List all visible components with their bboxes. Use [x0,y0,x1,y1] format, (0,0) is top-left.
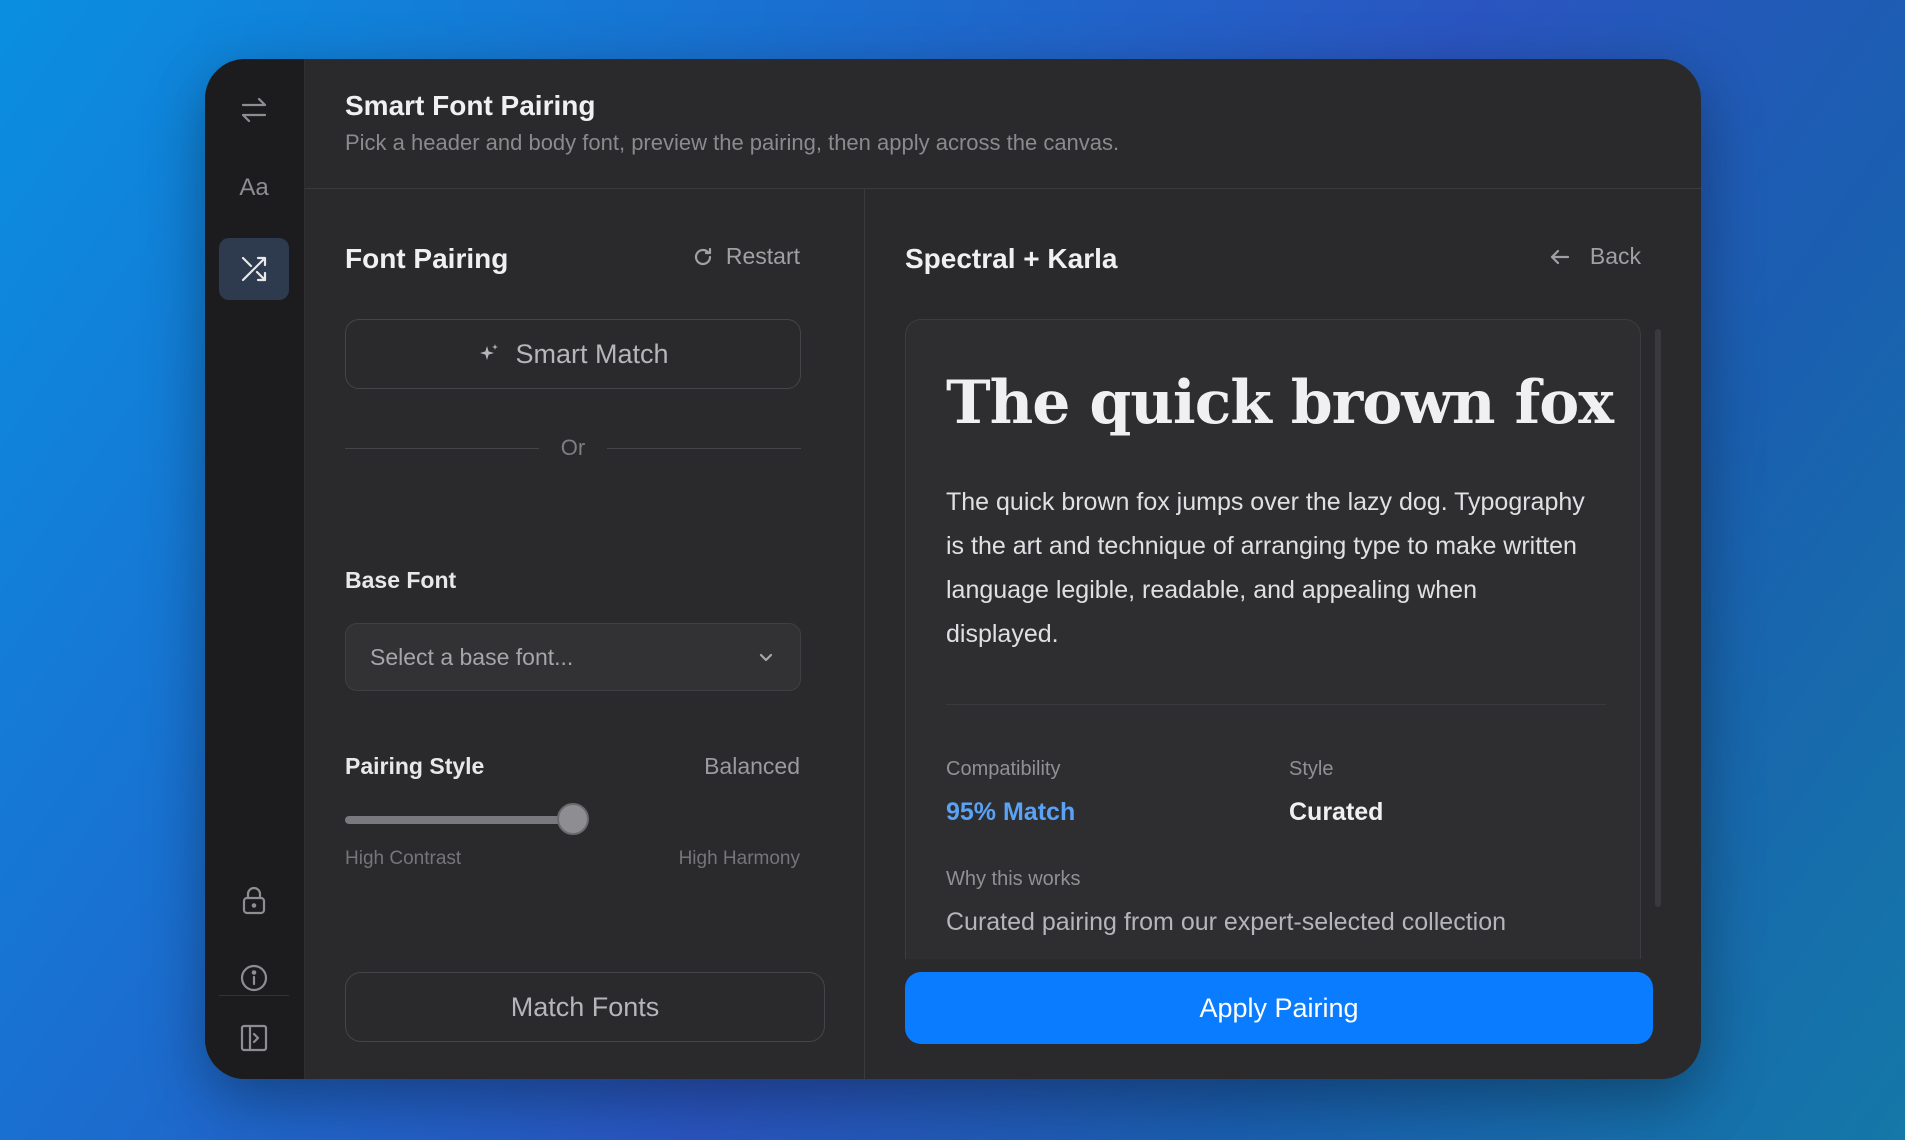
sparkle-icon [480,344,499,360]
typography-button[interactable]: Aa [219,157,289,219]
shuffle-button[interactable] [219,238,289,300]
swap-icon [241,97,267,123]
sidebar-panel-icon [240,1024,268,1052]
restart-label: Restart [725,243,800,269]
compatibility-value: 95% Match [946,798,1076,826]
restart-icon [694,247,711,265]
info-icon [240,964,268,992]
app-window: Aa Smart Font Pairing Pick a header and … [205,59,1701,1079]
pairing-style-slider-track[interactable] [345,816,573,824]
base-font-placeholder: Select a base font... [370,643,574,670]
back-label: Back [1589,243,1641,269]
swap-button[interactable] [219,79,289,141]
preview-scrollbar[interactable] [1655,329,1661,907]
base-font-select[interactable]: Select a base font... [345,623,801,691]
font-pairing-panel: Font Pairing Restart Smart Match Or Base… [305,189,865,1079]
match-fonts-button[interactable]: Match Fonts [345,972,825,1042]
why-label: Why this works [946,868,1081,890]
slider-min-label: High Contrast [345,848,462,869]
icon-rail: Aa [205,59,305,1079]
restart-button[interactable]: Restart [692,243,800,270]
lock-icon [242,886,266,915]
base-font-label: Base Font [345,567,457,593]
preview-card: The quick brown fox The quick brown fox … [905,319,1641,959]
preview-body: The quick brown fox jumps over the lazy … [946,488,1585,648]
preview-heading: The quick brown fox [946,368,1614,438]
smart-match-label: Smart Match [515,338,669,369]
rail-divider [219,995,289,996]
pairing-style-label: Pairing Style [345,753,485,779]
card-divider [946,704,1606,705]
arrow-left-icon [1550,249,1569,264]
style-label: Style [1289,758,1334,780]
panel-title: Font Pairing [345,243,509,274]
preview-panel: Spectral + Karla Back The quick brown fo… [865,189,1701,1079]
content-body: Font Pairing Restart Smart Match Or Base… [305,189,1701,1079]
chevron-down-icon [759,653,773,662]
lock-button[interactable] [219,869,289,931]
page-subtitle: Pick a header and body font, preview the… [345,130,1120,155]
page-title: Smart Font Pairing [345,90,596,121]
back-button[interactable]: Back [1548,243,1641,270]
sidebar-toggle-button[interactable] [219,1007,289,1069]
pairing-style-value: Balanced [704,753,800,779]
smart-match-button[interactable]: Smart Match [345,319,801,389]
typography-icon: Aa [239,174,269,201]
pairing-style-slider-thumb[interactable] [557,803,589,835]
slider-max-label: High Harmony [678,848,800,869]
compatibility-label: Compatibility [946,758,1061,780]
pair-title: Spectral + Karla [905,243,1118,274]
or-label: Or [560,435,586,460]
info-button[interactable] [219,947,289,1009]
main-area: Smart Font Pairing Pick a header and bod… [305,59,1701,1079]
shuffle-icon [241,256,267,282]
apply-pairing-button[interactable]: Apply Pairing [905,972,1653,1044]
header: Smart Font Pairing Pick a header and bod… [305,59,1701,189]
or-divider: Or [345,435,802,461]
why-text: Curated pairing from our expert-selected… [946,908,1506,936]
style-value: Curated [1289,798,1384,826]
